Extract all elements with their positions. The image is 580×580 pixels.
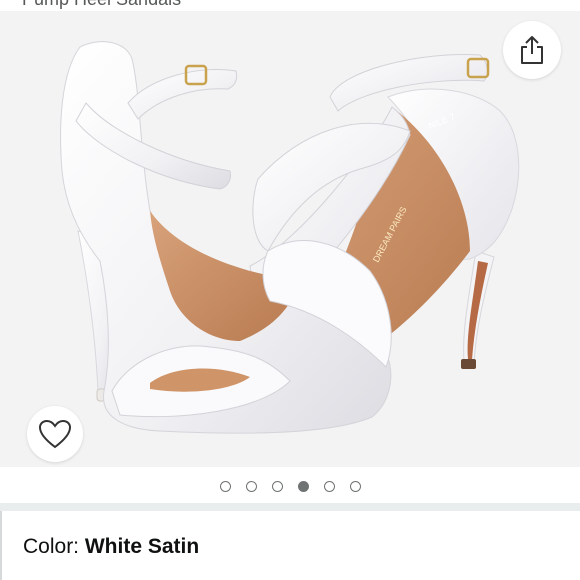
add-to-wishlist-button[interactable] (27, 406, 83, 462)
gallery-dot-1[interactable] (219, 480, 231, 492)
color-label: Color: (23, 535, 85, 558)
gallery-pagination (0, 476, 580, 496)
section-edge (0, 511, 2, 580)
color-variation: Color: White Satin (23, 535, 199, 559)
gallery-dot-4[interactable] (297, 480, 309, 492)
product-photo: NILE 7 DREAM PAIRS (60, 41, 520, 434)
right-shoe-heel-tip (461, 359, 476, 369)
share-icon (521, 36, 543, 64)
share-button[interactable] (503, 21, 561, 79)
color-value: White Satin (84, 535, 200, 558)
product-title-partial: Pump Heel Sandals (22, 0, 181, 10)
gallery-dot-6[interactable] (349, 480, 361, 492)
section-divider (0, 503, 580, 511)
heart-icon (38, 419, 72, 449)
gallery-dot-2[interactable] (245, 480, 257, 492)
product-image-gallery[interactable]: NILE 7 DREAM PAIRS (0, 11, 580, 467)
left-shoe-ankle-strap (127, 68, 238, 120)
gallery-dot-5[interactable] (323, 480, 335, 492)
gallery-dot-3[interactable] (271, 480, 283, 492)
